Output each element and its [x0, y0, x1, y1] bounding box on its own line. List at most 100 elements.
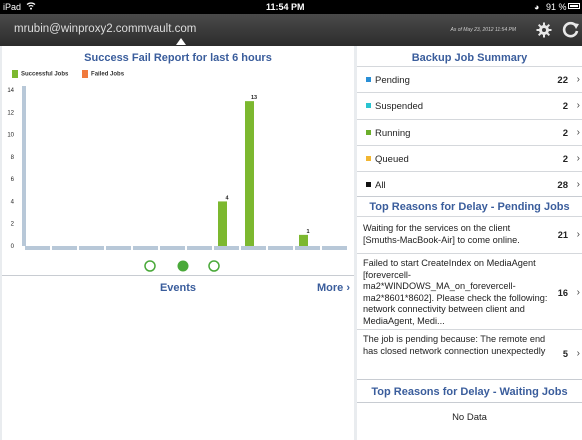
account-popover-caret [176, 38, 186, 45]
x-axis-segment [160, 246, 185, 250]
pending-reason-row[interactable]: Waiting for the services on the client [… [357, 216, 582, 253]
battery-icon [568, 3, 580, 9]
y-tick-label: 12 [7, 110, 14, 116]
status-bar: iPad 11:54 PM ◕ 91 % [0, 0, 582, 14]
reason-text: Waiting for the services on the client [… [363, 223, 520, 245]
wifi-icon [26, 1, 36, 12]
status-color-swatch [366, 181, 371, 187]
reason-count: 21 [557, 230, 568, 240]
summary-row-pending[interactable]: Pending 22 › [357, 66, 582, 92]
y-tick-label: 10 [7, 133, 14, 139]
y-tick-label: 6 [11, 177, 15, 183]
user-account[interactable]: mrubin@winproxy2.commvault.com [14, 23, 196, 35]
backup-summary-title: Backup Job Summary [411, 52, 528, 64]
legend-swatch-failed [82, 70, 89, 78]
summary-count: 2 [562, 101, 568, 112]
y-tick-label: 0 [11, 244, 15, 250]
x-axis-segment [295, 246, 320, 250]
summary-count: 2 [562, 154, 568, 165]
chevron-right-icon: › [576, 179, 580, 190]
summary-row-queued[interactable]: Queued 2 › [357, 145, 582, 172]
status-time: 11:54 PM [266, 2, 305, 12]
top-nav-bar: mrubin@winproxy2.commvault.com As of May… [0, 14, 582, 46]
summary-label: Queued [375, 154, 409, 165]
status-color-swatch [366, 102, 371, 108]
x-axis-segment [268, 246, 293, 250]
divider [357, 402, 582, 403]
divider [357, 196, 582, 197]
page-indicator[interactable] [2, 258, 354, 274]
page-dot-1[interactable] [144, 260, 156, 272]
success-fail-chart[interactable]: 0246810121417:5518:2518:5519:2519:5520:2… [2, 80, 354, 256]
gear-icon[interactable] [536, 22, 552, 38]
no-data-label: No Data [452, 412, 487, 423]
legend-item-successful: Successful Jobs [12, 70, 68, 78]
bar-successful-jobs [299, 234, 308, 246]
as-of-timestamp: As of May 23, 2012 11:54 PM [450, 27, 516, 33]
chevron-right-icon: › [576, 100, 580, 111]
summary-label: Running [375, 128, 411, 139]
x-axis-segment [52, 246, 77, 250]
reason-text: Failed to start CreateIndex on MediaAgen… [363, 258, 548, 326]
legend-label-failed: Failed Jobs [91, 71, 125, 78]
divider [357, 379, 582, 380]
summary-count: 2 [562, 128, 568, 139]
summary-count: 22 [557, 75, 568, 86]
chart-panel: Success Fail Report for last 6 hours Suc… [2, 46, 354, 440]
reason-count: 5 [562, 349, 568, 359]
summary-row-running[interactable]: Running 2 › [357, 119, 582, 146]
summary-label: All [375, 180, 386, 191]
chevron-right-icon: › [576, 287, 580, 298]
waiting-reasons-title: Top Reasons for Delay - Waiting Jobs [371, 386, 568, 398]
x-axis-segment [214, 246, 239, 250]
y-tick-label: 14 [7, 88, 14, 94]
status-color-swatch [366, 129, 371, 135]
y-tick-label: 2 [11, 222, 15, 228]
data-label: 4 [225, 195, 229, 201]
summary-panel: Backup Job Summary Pending 22 › Suspende… [357, 46, 582, 440]
refresh-icon[interactable] [562, 21, 580, 39]
chevron-right-icon: › [576, 153, 580, 164]
battery-percent: 91 % [546, 2, 567, 12]
reason-text: The job is pending because: The remote e… [363, 334, 546, 356]
data-label: 13 [251, 95, 257, 101]
y-tick-label: 8 [11, 155, 15, 161]
x-axis-segment [106, 246, 131, 250]
status-color-swatch [366, 76, 371, 82]
chart-title: Success Fail Report for last 6 hours [84, 52, 272, 64]
x-axis-segment [25, 246, 50, 250]
chart-legend: Successful Jobs Failed Jobs [12, 70, 136, 78]
summary-row-all[interactable]: All 28 › [357, 171, 582, 196]
summary-label: Pending [375, 75, 410, 86]
events-more-link[interactable]: More › [317, 282, 350, 294]
bar-successful-jobs [218, 201, 227, 246]
chevron-right-icon: › [576, 229, 580, 240]
data-label: 1 [306, 229, 309, 235]
events-title: Events [159, 282, 197, 294]
location-icon: ◕ [534, 2, 540, 12]
legend-swatch-successful [12, 70, 18, 78]
summary-count: 28 [557, 180, 568, 191]
pending-reason-row[interactable]: The job is pending because: The remote e… [357, 329, 582, 380]
pending-reasons-title: Top Reasons for Delay - Pending Jobs [369, 201, 570, 213]
chevron-right-icon: › [576, 74, 580, 85]
device-label: iPad [3, 2, 22, 12]
x-axis-segment [187, 246, 212, 250]
divider [2, 275, 354, 276]
page-dot-3[interactable] [208, 260, 220, 272]
reason-count: 16 [557, 288, 568, 298]
x-axis-segment [322, 246, 347, 250]
y-tick-label: 4 [11, 199, 15, 205]
summary-row-suspended[interactable]: Suspended 2 › [357, 92, 582, 119]
pending-reason-row[interactable]: Failed to start CreateIndex on MediaAgen… [357, 253, 582, 329]
legend-label-successful: Successful Jobs [21, 71, 69, 78]
page-dot-2-active[interactable] [177, 260, 189, 272]
x-axis-segment [241, 246, 266, 250]
summary-label: Suspended [375, 101, 424, 112]
chevron-right-icon: › [576, 127, 580, 138]
status-color-swatch [366, 155, 371, 161]
chevron-right-icon: › [346, 282, 350, 294]
x-axis-segment [79, 246, 104, 250]
events-more-label: More [316, 282, 344, 294]
chevron-right-icon: › [576, 348, 580, 359]
